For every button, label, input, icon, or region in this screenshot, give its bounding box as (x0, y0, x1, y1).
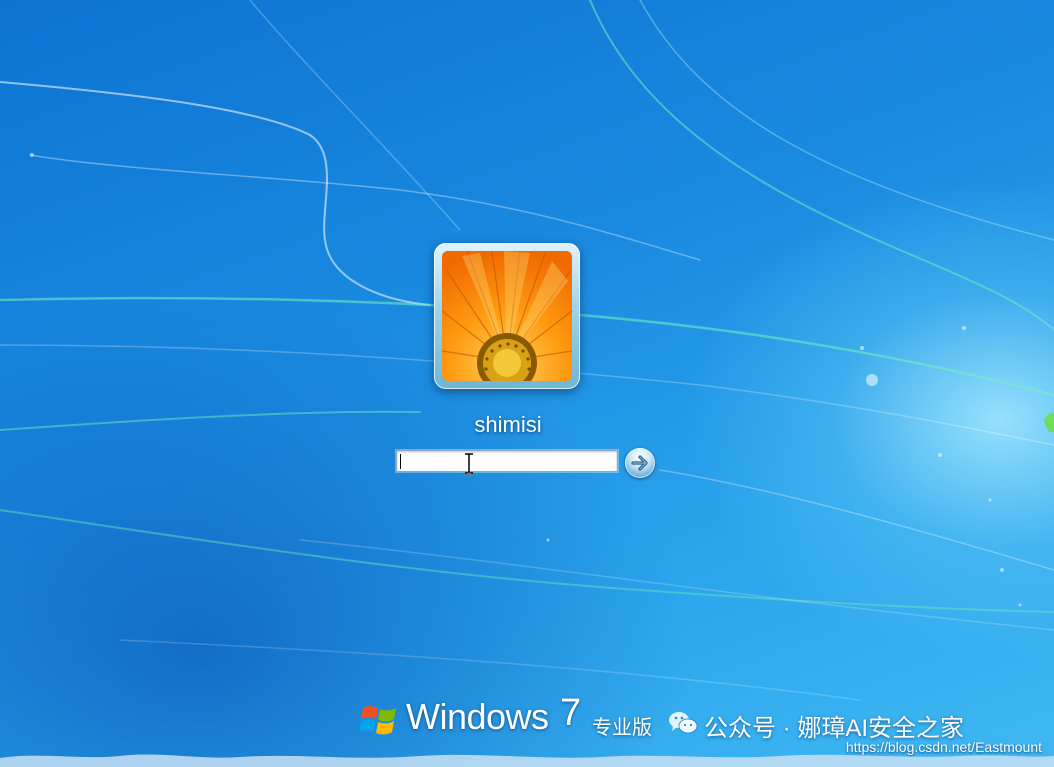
user-name-label: shimisi (474, 412, 542, 437)
user-avatar-flower-picture (442, 251, 572, 381)
windows-wordmark: Windows (406, 696, 549, 737)
text-select-cursor-icon (464, 453, 474, 476)
password-field[interactable] (396, 450, 618, 472)
flower-icon (442, 251, 572, 381)
windows-7-logon-screen: shimisi Windows 7 专业版 公众号 · 娜璋AI安全之家 htt… (0, 0, 1054, 767)
windows-edition-label: 专业版 (592, 717, 652, 739)
user-avatar-frame[interactable] (434, 243, 580, 389)
wechat-icon (669, 712, 698, 734)
arrow-right-icon (631, 455, 648, 471)
windows-version-number: 7 (560, 692, 582, 734)
submit-login-button[interactable] (625, 448, 655, 478)
bottom-cloud-strip (0, 754, 1054, 767)
windows-logo-icon (360, 706, 396, 735)
watermark-text: 公众号 · 娜璋AI安全之家 (704, 715, 965, 742)
text-caret (400, 454, 401, 469)
